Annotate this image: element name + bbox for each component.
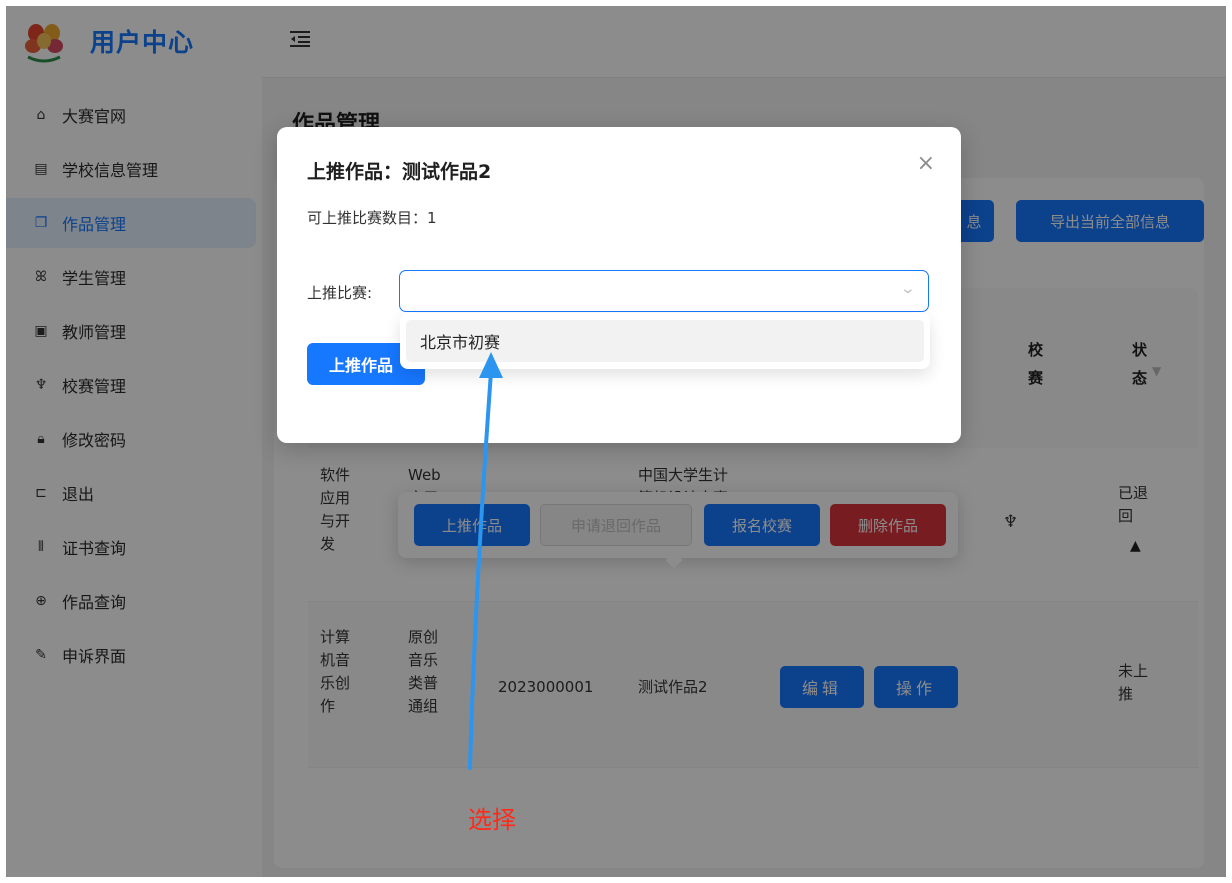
modal-title: 上推作品：测试作品2: [307, 161, 492, 183]
push-work-modal: 上推作品：测试作品2 × 可上推比赛数目：1 上推比赛: ⌄ 上推作品: [277, 127, 961, 443]
match-select-label: 上推比赛:: [307, 284, 373, 302]
option-beijing-preliminary[interactable]: 北京市初赛: [406, 320, 924, 362]
match-select[interactable]: ⌄: [399, 270, 929, 312]
available-count: 可上推比赛数目：1: [307, 209, 437, 227]
annotation-label: 选择: [468, 806, 516, 834]
close-icon[interactable]: ×: [917, 151, 935, 176]
chevron-down-icon: ⌄: [899, 281, 917, 297]
match-dropdown: 北京市初赛: [400, 313, 930, 369]
